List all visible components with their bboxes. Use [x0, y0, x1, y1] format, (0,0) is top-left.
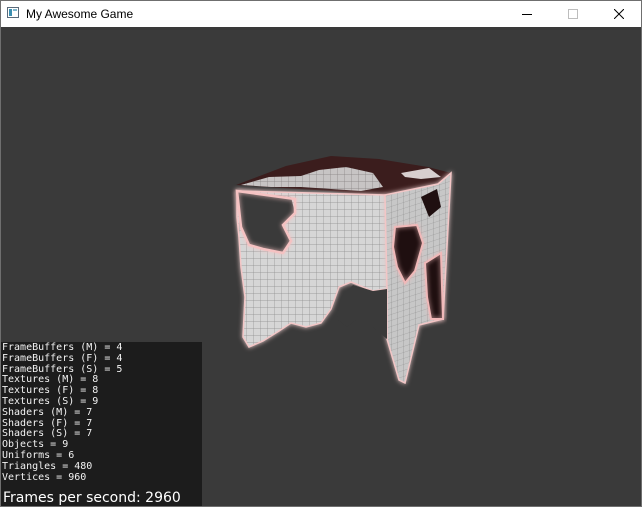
minimize-button[interactable]	[504, 1, 550, 27]
stat-line: Vertices = 960	[2, 471, 87, 483]
stat-line: Triangles = 480	[2, 460, 93, 472]
close-button[interactable]	[596, 1, 641, 27]
close-icon	[614, 9, 624, 19]
app-icon	[7, 7, 19, 18]
window-title: My Awesome Game	[26, 7, 134, 21]
maximize-button[interactable]	[550, 1, 596, 27]
maximize-icon	[568, 9, 578, 19]
render-viewport[interactable]: FrameBuffers (M) = 4 FrameBuffers (F) = …	[1, 27, 641, 506]
debug-stats-panel: FrameBuffers (M) = 4 FrameBuffers (F) = …	[1, 342, 202, 506]
stat-line: Shaders (M) = 7	[2, 406, 93, 418]
stat-line: FrameBuffers (F) = 4	[2, 352, 123, 364]
title-bar[interactable]: My Awesome Game	[1, 1, 641, 27]
fps-counter: Frames per second: 2960	[3, 490, 181, 507]
minimize-icon	[522, 14, 532, 15]
game-window: My Awesome Game FrameBuffers (M) = 4 Fra…	[0, 0, 642, 507]
